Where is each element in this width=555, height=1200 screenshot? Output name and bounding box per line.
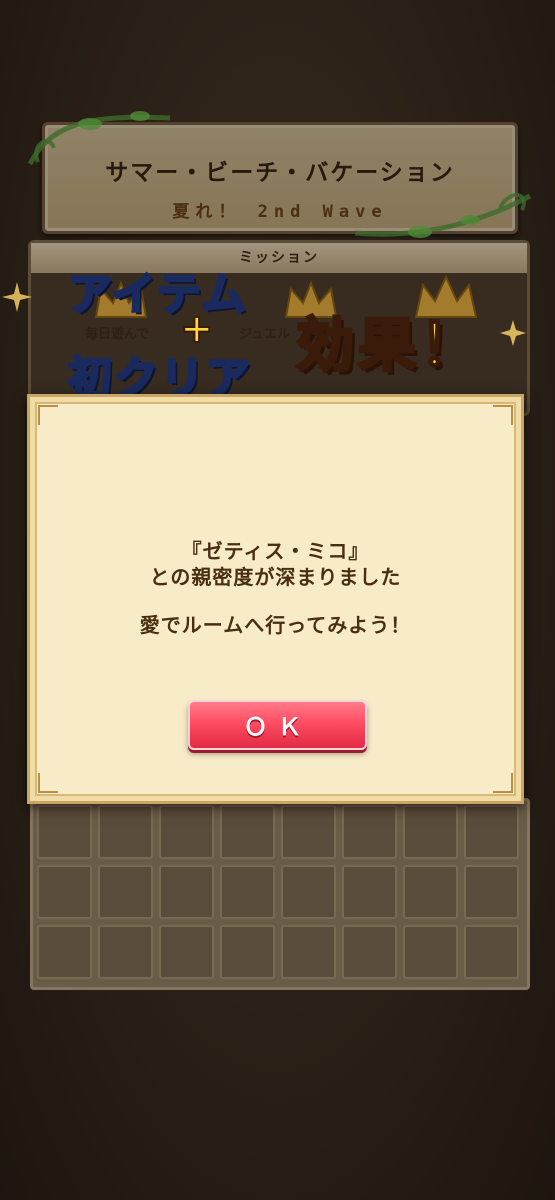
grid-slot [220,925,275,979]
dialog-corner-ornament-icon [38,405,58,425]
grid-slot [98,805,153,859]
grid-slot [464,865,519,919]
grid-slot [159,865,214,919]
slot-grid [30,798,530,990]
grid-slot [403,865,458,919]
grid-slot [281,865,336,919]
promo-logo-effect: 効果！ [294,310,483,381]
dialog-character-name: 『ゼティス・ミコ』 [181,539,370,563]
grid-slot [37,925,92,979]
grid-slot [403,925,458,979]
grid-slot [220,805,275,859]
dialog-room-hint: 愛でルームへ行ってみよう！ [139,613,412,637]
mission-chip-jewel: ジュエル [239,327,291,342]
dialog-affection-message: との親密度が深まりました [149,565,402,589]
grid-slot [342,805,397,859]
grid-slot [342,865,397,919]
promo-logo-line1: アイテム [67,268,248,322]
grid-slot [464,805,519,859]
grid-slot [37,805,92,859]
vine-decoration-right-icon [354,193,532,238]
grid-slot [281,925,336,979]
grid-slot [220,865,275,919]
sparkle-icon [2,282,32,312]
grid-slot [464,925,519,979]
dialog-corner-ornament-icon [493,405,513,425]
grid-slot [342,925,397,979]
grid-slot [159,805,214,859]
mission-chip-daily: 毎日遊んで [85,327,150,342]
grid-slot [403,805,458,859]
grid-slot [37,865,92,919]
ok-button[interactable]: ＯＫ [188,700,367,750]
grid-slot [98,925,153,979]
dialog-corner-ornament-icon [38,773,58,793]
sparkle-icon [500,320,526,346]
grid-slot [159,925,214,979]
grid-slot [281,805,336,859]
dialog-corner-ornament-icon [493,773,513,793]
grid-slot [98,865,153,919]
vine-decoration-left-icon [27,111,171,166]
